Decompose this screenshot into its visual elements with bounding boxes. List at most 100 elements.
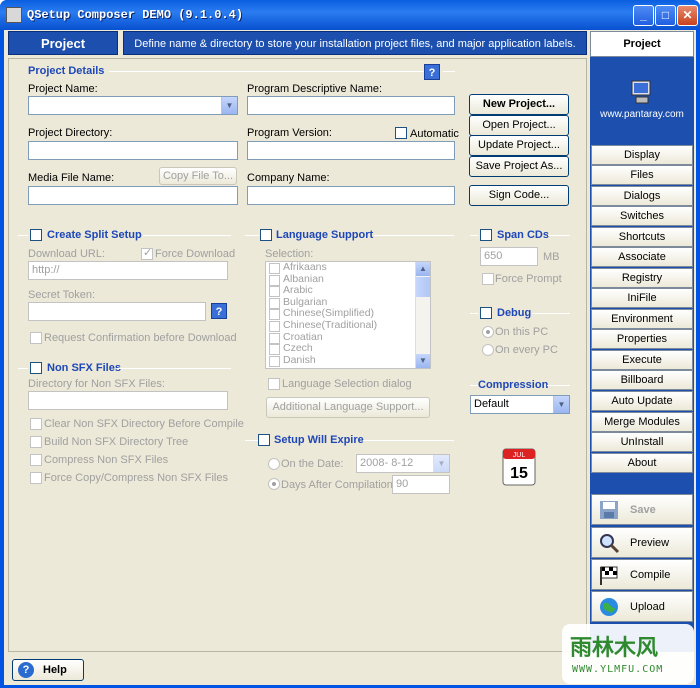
request-confirm-checkbox[interactable] <box>30 332 42 344</box>
compression-value: Default <box>474 398 509 410</box>
scroll-thumb[interactable] <box>416 277 430 297</box>
sidebar-item-execute[interactable]: Execute <box>591 350 693 370</box>
force-download-checkbox[interactable] <box>141 246 153 260</box>
days-after-label: Days After Compilation: <box>281 479 396 491</box>
divider <box>374 235 454 236</box>
secret-token-input[interactable] <box>28 302 206 321</box>
list-item[interactable]: Danish <box>266 354 430 367</box>
title-bar[interactable]: QSetup Composer DEMO (9.1.0.4) _ □ ✕ <box>0 0 700 30</box>
chevron-down-icon[interactable]: ▼ <box>416 354 430 368</box>
sidebar-item-display[interactable]: Display <box>591 145 693 165</box>
sidebar-item-environment[interactable]: Environment <box>591 309 693 329</box>
language-dialog-checkbox[interactable] <box>268 378 280 390</box>
option-label: Clear Non SFX Directory Before Compile <box>44 418 244 430</box>
main-panel: Project Details ? Project Name: ▼ Progra… <box>8 58 587 652</box>
divider <box>245 235 259 236</box>
sidebar-item-billboard[interactable]: Billboard <box>591 370 693 390</box>
chevron-down-icon[interactable]: ▼ <box>221 97 237 114</box>
divider <box>548 235 570 236</box>
sidebar-item-dialogs[interactable]: Dialogs <box>591 186 693 206</box>
debug-checkbox[interactable] <box>480 307 492 319</box>
force-copy-checkbox[interactable] <box>30 472 42 484</box>
open-project-button[interactable]: Open Project... <box>469 115 569 136</box>
sidebar-item-about[interactable]: About <box>591 453 693 473</box>
non-sfx-dir-input[interactable] <box>28 391 228 410</box>
copy-file-button[interactable]: Copy File To... <box>159 167 237 185</box>
sidebar-item-associate[interactable]: Associate <box>591 247 693 267</box>
days-spinner[interactable]: 90 <box>392 475 450 494</box>
divider <box>18 368 28 369</box>
force-prompt-label: Force Prompt <box>495 273 562 285</box>
split-setup-checkbox[interactable] <box>30 229 42 241</box>
media-file-input[interactable] <box>28 186 238 205</box>
company-name-input[interactable] <box>247 186 455 205</box>
project-name-combo[interactable]: ▼ <box>28 96 238 115</box>
divider <box>470 313 478 314</box>
project-dir-input[interactable] <box>28 141 238 160</box>
non-sfx-dir-label: Directory for Non SFX Files: <box>28 378 165 390</box>
sidebar-item-properties[interactable]: Properties <box>591 329 693 349</box>
minimize-button[interactable]: _ <box>633 5 654 26</box>
sidebar-item-shortcuts[interactable]: Shortcuts <box>591 227 693 247</box>
sidebar-item-switches[interactable]: Switches <box>591 206 693 226</box>
chevron-up-icon[interactable]: ▲ <box>416 262 430 276</box>
span-cds-checkbox[interactable] <box>480 229 492 241</box>
close-button[interactable]: ✕ <box>677 5 698 26</box>
sign-code-button[interactable]: Sign Code... <box>469 185 569 206</box>
on-date-radio[interactable] <box>268 458 280 470</box>
sidebar-item-inifile[interactable]: IniFile <box>591 288 693 308</box>
program-version-input[interactable] <box>247 141 455 160</box>
list-item[interactable]: Afrikaans <box>266 262 430 274</box>
build-tree-checkbox[interactable] <box>30 436 42 448</box>
compress-non-sfx-checkbox[interactable] <box>30 454 42 466</box>
upload-label: Upload <box>630 601 665 613</box>
help-button[interactable]: ? Help <box>12 659 84 681</box>
help-icon[interactable]: ? <box>424 64 440 80</box>
list-item[interactable]: Czech <box>266 343 430 355</box>
media-file-label: Media File Name: <box>28 172 115 184</box>
debug-every-pc-radio[interactable] <box>482 344 494 356</box>
request-confirm-label: Request Confirmation before Download <box>44 332 237 344</box>
automatic-label: Automatic <box>410 128 459 140</box>
sidebar-item-files[interactable]: Files <box>591 165 693 185</box>
sidebar-item-merge-modules[interactable]: Merge Modules <box>591 412 693 432</box>
maximize-button[interactable]: □ <box>655 5 676 26</box>
save-project-as-button[interactable]: Save Project As... <box>469 156 569 177</box>
sidebar-item-registry[interactable]: Registry <box>591 268 693 288</box>
sidebar-item-auto-update[interactable]: Auto Update <box>591 391 693 411</box>
debug-option-label: On every PC <box>495 344 558 356</box>
list-item[interactable]: Chinese(Traditional) <box>266 319 430 332</box>
cd-size-input[interactable]: 650 <box>480 247 538 266</box>
automatic-checkbox[interactable] <box>395 127 407 139</box>
sidebar-item-project[interactable]: Project <box>590 31 694 57</box>
list-scrollbar[interactable]: ▲ ▼ <box>415 262 430 368</box>
language-list[interactable]: Afrikaans Albanian Arabic Bulgarian Chin… <box>265 261 431 369</box>
chevron-down-icon[interactable]: ▼ <box>553 396 569 413</box>
sidebar-item-uninstall[interactable]: UnInstall <box>591 432 693 452</box>
update-project-button[interactable]: Update Project... <box>469 135 569 156</box>
force-prompt-checkbox[interactable] <box>482 273 494 285</box>
compile-button[interactable]: Compile <box>591 559 693 590</box>
compression-select[interactable]: Default ▼ <box>470 395 570 414</box>
preview-label: Preview <box>630 537 670 549</box>
expire-date-picker[interactable]: 2008- 8-12 ▼ <box>356 454 450 473</box>
language-support-checkbox[interactable] <box>260 229 272 241</box>
preview-button[interactable]: Preview <box>591 527 693 558</box>
non-sfx-checkbox[interactable] <box>30 362 42 374</box>
new-project-button[interactable]: New Project... <box>469 94 569 115</box>
clear-non-sfx-checkbox[interactable] <box>30 418 42 430</box>
company-name-label: Company Name: <box>247 172 330 184</box>
download-url-input[interactable]: http:// <box>28 261 228 280</box>
program-desc-input[interactable] <box>247 96 455 115</box>
debug-this-pc-radio[interactable] <box>482 326 494 338</box>
floppy-icon <box>600 501 618 519</box>
help-icon[interactable]: ? <box>211 303 227 319</box>
divider <box>117 368 231 369</box>
upload-button[interactable]: Upload <box>591 591 693 622</box>
chevron-down-icon[interactable]: ▼ <box>433 455 449 472</box>
setup-expire-checkbox[interactable] <box>258 434 270 446</box>
additional-language-button[interactable]: Additional Language Support... <box>266 397 430 418</box>
days-after-radio[interactable] <box>268 478 280 490</box>
expire-date-value: 2008- 8-12 <box>360 457 414 469</box>
save-button[interactable]: Save <box>591 494 693 525</box>
